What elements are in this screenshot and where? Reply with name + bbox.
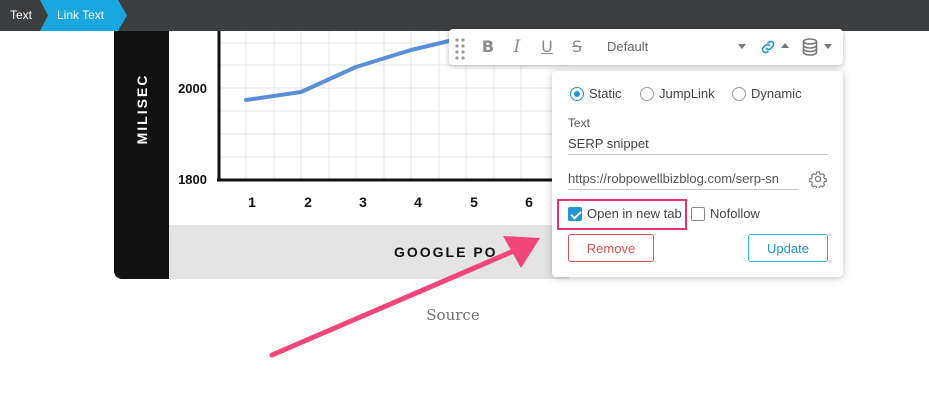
drag-handle-icon[interactable]: [454, 29, 466, 65]
chevron-down-icon: [738, 44, 746, 49]
strikethrough-button[interactable]: S: [568, 29, 586, 65]
chart-x-tick: 6: [525, 194, 533, 210]
chart-x-axis-title: GOOGLE PO: [394, 244, 498, 260]
link-settings-popover: Static JumpLink Dynamic Text Open in new…: [552, 71, 843, 277]
bold-button[interactable]: B: [479, 29, 497, 65]
chart-x-axis-band: [169, 225, 569, 279]
database-icon: [802, 38, 818, 56]
chart-x-tick: 2: [304, 194, 312, 210]
chart-x-tick: 1: [248, 194, 256, 210]
radio-dot: [640, 87, 654, 101]
radio-dot: [570, 87, 584, 101]
link-button[interactable]: [758, 29, 790, 65]
chevron-down-icon: [824, 44, 832, 49]
radio-dynamic[interactable]: Dynamic: [732, 86, 812, 102]
checkbox-box: [691, 207, 705, 221]
breadcrumb-item-text-label: Text: [10, 8, 33, 22]
chart-x-tick: 3: [359, 194, 367, 210]
breadcrumb-bar: Text Link Text: [0, 0, 929, 31]
annotation-highlight-box: [557, 199, 687, 230]
formatting-toolbar: B I U S Default: [449, 29, 843, 65]
update-link-button[interactable]: Update: [748, 234, 828, 262]
chart-y-axis-title: MILISEC: [134, 74, 150, 145]
radio-static[interactable]: Static: [570, 86, 630, 102]
underline-button[interactable]: U: [538, 29, 556, 65]
chart-x-tick: 5: [470, 194, 478, 210]
chevron-up-icon: [781, 43, 789, 48]
radio-dynamic-label: Dynamic: [751, 86, 802, 101]
chart-y-axis-band: [114, 31, 169, 279]
chart-y-tick: 1800: [178, 172, 207, 187]
chart-image: MILISEC 2000 1800 1 2 3 4 5 6 GOOGLE PO: [114, 31, 569, 279]
text-style-select[interactable]: Default: [607, 29, 749, 65]
chart-series-line: [244, 39, 451, 102]
italic-button[interactable]: I: [508, 29, 526, 65]
text-style-value: Default: [607, 39, 649, 54]
dynamic-data-button[interactable]: [801, 29, 837, 65]
nofollow-label: Nofollow: [710, 206, 760, 221]
radio-static-label: Static: [589, 86, 622, 101]
link-url-input[interactable]: [568, 168, 798, 190]
nofollow-checkbox[interactable]: Nofollow: [691, 206, 771, 222]
radio-jumplink-label: JumpLink: [659, 86, 715, 101]
radio-dot: [732, 87, 746, 101]
radio-jumplink[interactable]: JumpLink: [640, 86, 722, 102]
remove-link-button[interactable]: Remove: [568, 234, 654, 262]
link-text-input[interactable]: [568, 133, 828, 155]
image-caption: Source: [426, 306, 480, 324]
chart-x-tick: 4: [414, 194, 422, 210]
breadcrumb-item-link-text[interactable]: Link Text: [40, 0, 127, 31]
breadcrumb-item-link-text-label: Link Text: [57, 8, 105, 22]
chart-y-tick: 2000: [178, 81, 207, 96]
gear-icon[interactable]: [809, 170, 827, 188]
breadcrumb-item-text[interactable]: Text: [0, 0, 42, 31]
link-icon: [761, 40, 775, 54]
text-field-label: Text: [568, 116, 591, 130]
